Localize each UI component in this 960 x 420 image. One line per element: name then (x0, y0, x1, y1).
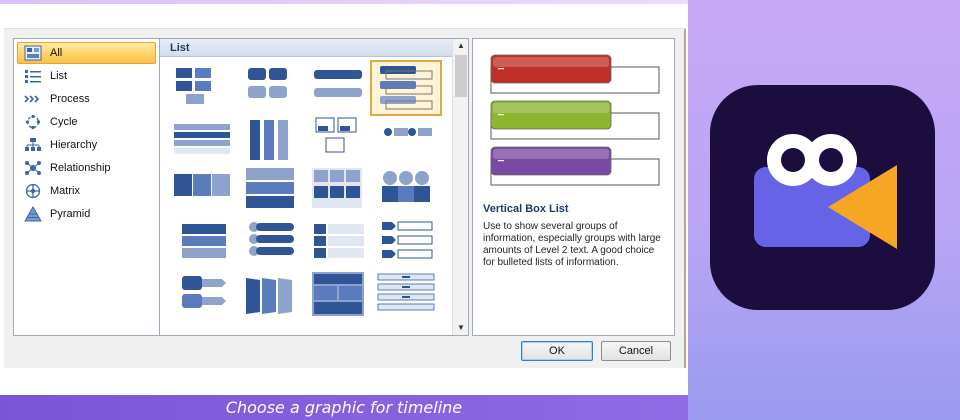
preview-description: Use to show several groups of informatio… (483, 221, 661, 268)
category-process[interactable]: Process (17, 88, 156, 110)
layout-thumbnail[interactable] (372, 114, 440, 166)
scroll-up-icon[interactable]: ▲ (453, 39, 468, 53)
list-icon (24, 68, 42, 84)
category-label: Cycle (50, 116, 78, 128)
category-label: Relationship (50, 162, 111, 174)
layout-thumbnail[interactable] (372, 270, 440, 322)
category-all[interactable]: All (17, 42, 156, 64)
layout-thumbnail[interactable] (168, 166, 236, 218)
layout-thumbnail[interactable] (168, 114, 236, 166)
layout-thumbnail[interactable] (168, 218, 236, 270)
category-label: Matrix (50, 185, 80, 197)
layout-thumbnail[interactable] (236, 218, 304, 270)
ok-button[interactable]: OK (521, 341, 593, 361)
layout-thumbnail[interactable] (236, 62, 304, 114)
layout-thumbnail[interactable] (236, 114, 304, 166)
category-list-item[interactable]: List (17, 65, 156, 87)
layout-thumbnail[interactable] (304, 62, 372, 114)
cancel-button[interactable]: Cancel (601, 341, 671, 361)
layout-thumbnail[interactable] (304, 166, 372, 218)
layout-gallery: List ▲ ▼ (159, 38, 469, 336)
category-matrix[interactable]: Matrix (17, 180, 156, 202)
layout-thumbnail[interactable] (372, 166, 440, 218)
gallery-title: List (160, 39, 452, 57)
layout-thumbnail[interactable] (236, 270, 304, 322)
caption-bar: Choose a graphic for timeline (0, 395, 688, 420)
layout-thumbnail[interactable] (168, 270, 236, 322)
hierarchy-icon (24, 137, 42, 153)
layout-thumbnails (160, 58, 452, 335)
layout-thumbnail[interactable] (304, 270, 372, 322)
category-label: List (50, 70, 68, 82)
layout-thumbnail[interactable] (372, 218, 440, 270)
category-cycle[interactable]: Cycle (17, 111, 156, 133)
choose-smartart-dialog: All List Process Cycle Hierarchy Relatio… (4, 28, 686, 368)
pyramid-icon (24, 206, 42, 222)
relationship-icon (24, 160, 42, 176)
layout-thumbnail[interactable] (236, 166, 304, 218)
layout-thumbnail[interactable] (304, 218, 372, 270)
dialog-border (684, 29, 686, 368)
preview-title: Vertical Box List (483, 203, 569, 215)
caption: Choose a graphic for timeline (225, 398, 463, 417)
vertical-box-list-preview (490, 54, 660, 186)
all-icon (24, 45, 42, 61)
category-relationship[interactable]: Relationship (17, 157, 156, 179)
layout-thumbnail[interactable] (168, 62, 236, 114)
scrollbar-thumb[interactable] (455, 55, 467, 97)
category-label: Hierarchy (50, 139, 98, 151)
category-list: All List Process Cycle Hierarchy Relatio… (13, 38, 160, 336)
gallery-scrollbar[interactable]: ▲ ▼ (452, 39, 468, 335)
layout-thumbnail[interactable] (370, 60, 442, 116)
category-label: All (50, 47, 63, 59)
category-hierarchy[interactable]: Hierarchy (17, 134, 156, 156)
dialog-screenshot: All List Process Cycle Hierarchy Relatio… (0, 0, 688, 395)
scroll-down-icon[interactable]: ▼ (453, 321, 468, 335)
process-icon (24, 91, 42, 107)
category-pyramid[interactable]: Pyramid (17, 203, 156, 225)
layout-preview: Vertical Box List Use to show several gr… (472, 38, 675, 336)
layout-thumbnail[interactable] (304, 114, 372, 166)
category-label: Pyramid (50, 208, 91, 220)
category-label: Process (50, 93, 90, 105)
cycle-icon (24, 114, 42, 130)
matrix-icon (24, 183, 42, 199)
video-camera-app-icon (710, 85, 935, 310)
